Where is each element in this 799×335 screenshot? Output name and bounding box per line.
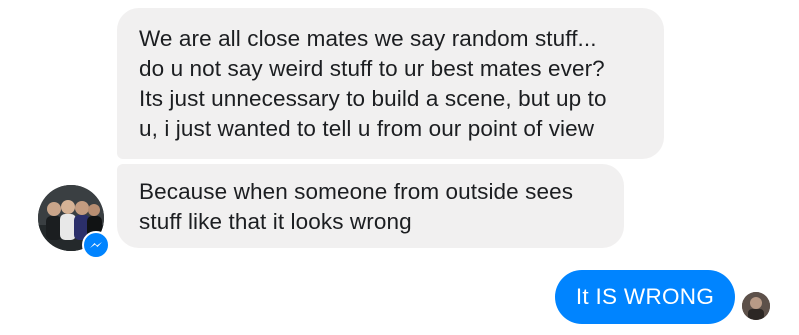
chat-thread: We are all close mates we say random stu…	[0, 0, 799, 335]
sent-message-bubble[interactable]: It IS WRONG	[555, 270, 735, 324]
received-message-bubble[interactable]: Because when someone from outside sees s…	[117, 164, 624, 248]
message-line: Because when someone from outside sees	[139, 179, 574, 204]
received-message-bubble[interactable]: We are all close mates we say random stu…	[117, 8, 664, 159]
messenger-icon	[82, 231, 110, 259]
message-line: u, i just wanted to tell u from our poin…	[139, 116, 595, 141]
message-line: do u not say weird stuff to ur best mate…	[139, 56, 605, 81]
read-receipt-avatar-icon	[742, 292, 770, 320]
read-receipt-avatar	[742, 292, 770, 320]
message-line: We are all close mates we say random stu…	[139, 26, 597, 51]
message-line: Its just unnecessary to build a scene, b…	[139, 86, 607, 111]
message-line: stuff like that it looks wrong	[139, 209, 412, 234]
